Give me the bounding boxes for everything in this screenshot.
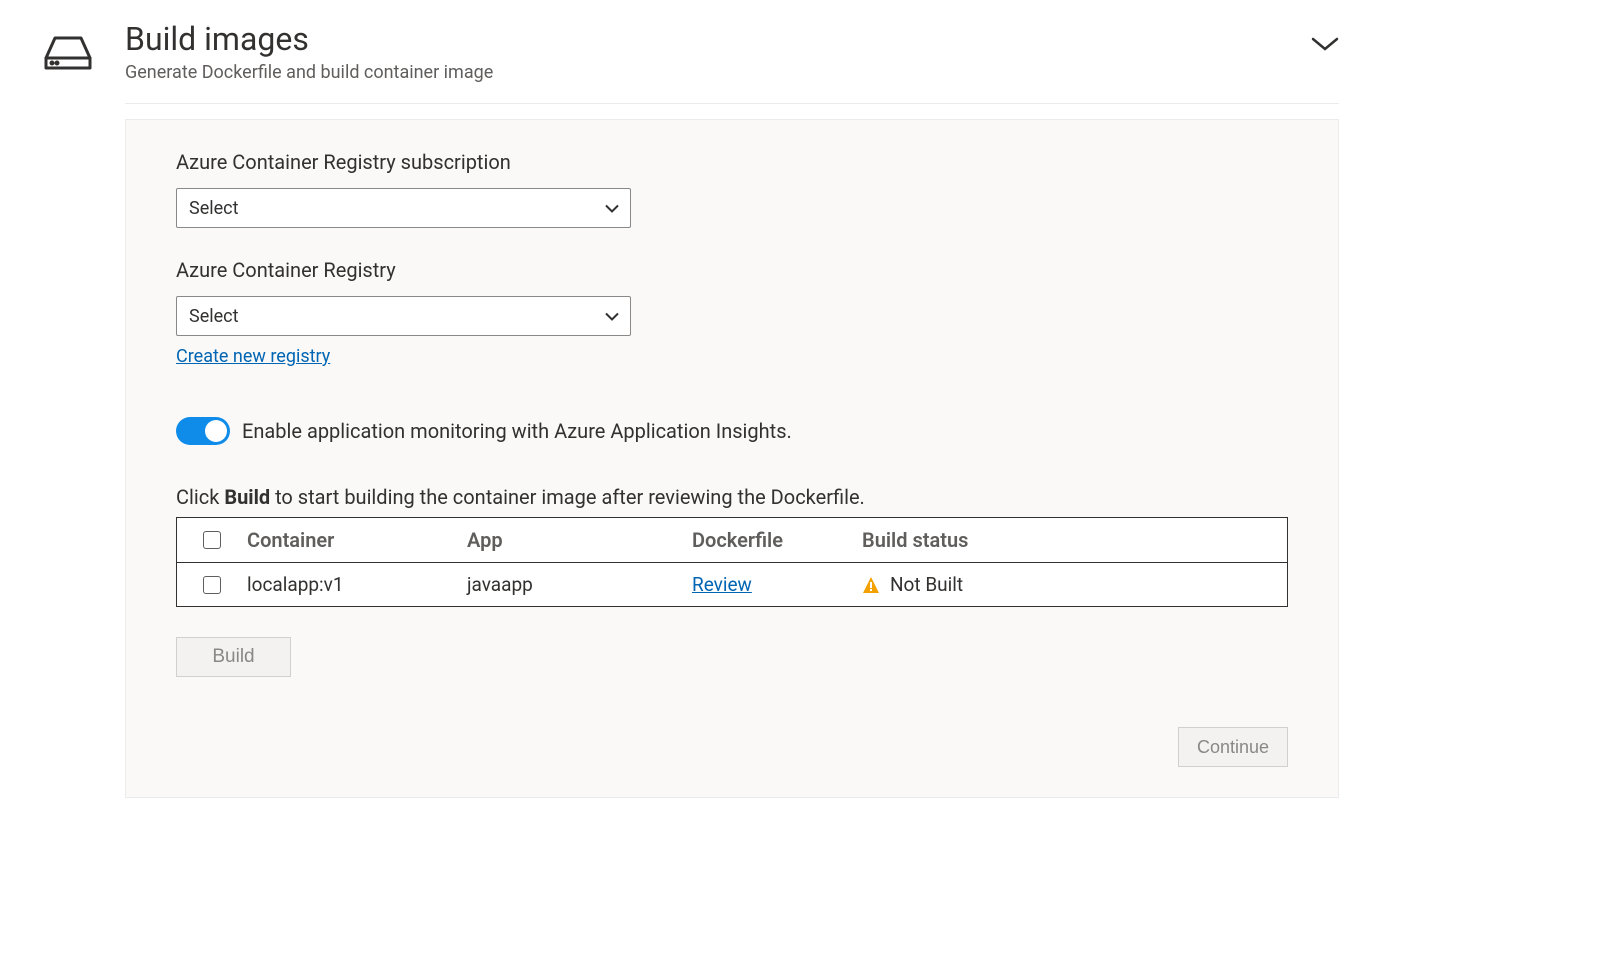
table-row: localapp:v1 javaapp Review Not Built xyxy=(177,563,1287,606)
col-app: App xyxy=(467,528,692,552)
select-all-checkbox[interactable] xyxy=(203,531,221,549)
row-checkbox[interactable] xyxy=(203,576,221,594)
table-header-row: Container App Dockerfile Build status xyxy=(177,518,1287,563)
col-dockerfile: Dockerfile xyxy=(692,528,862,552)
create-new-registry-link[interactable]: Create new registry xyxy=(176,346,330,367)
continue-button[interactable]: Continue xyxy=(1178,727,1288,767)
col-status: Build status xyxy=(862,528,1287,552)
monitoring-toggle-label: Enable application monitoring with Azure… xyxy=(242,419,792,443)
images-table: Container App Dockerfile Build status lo… xyxy=(176,517,1288,607)
cell-container: localapp:v1 xyxy=(247,573,467,596)
disk-icon xyxy=(43,35,93,798)
acr-subscription-value: Select xyxy=(189,198,238,219)
review-dockerfile-link[interactable]: Review xyxy=(692,573,752,596)
section-header: Build images Generate Dockerfile and bui… xyxy=(125,20,1339,104)
warning-icon xyxy=(862,576,880,594)
build-button[interactable]: Build xyxy=(176,637,291,677)
page-title: Build images xyxy=(125,20,493,58)
build-instruction: Click Build to start building the contai… xyxy=(176,485,1288,509)
cell-app: javaapp xyxy=(467,573,692,596)
toggle-knob xyxy=(205,420,227,442)
section-icon-gutter xyxy=(10,20,125,798)
form-panel: Azure Container Registry subscription Se… xyxy=(125,119,1339,798)
acr-label: Azure Container Registry xyxy=(176,258,1288,282)
acr-value: Select xyxy=(189,306,238,327)
col-container: Container xyxy=(247,528,467,552)
monitoring-toggle[interactable] xyxy=(176,417,230,445)
acr-subscription-label: Azure Container Registry subscription xyxy=(176,150,1288,174)
acr-select[interactable]: Select xyxy=(176,296,631,336)
acr-subscription-select[interactable]: Select xyxy=(176,188,631,228)
page-subtitle: Generate Dockerfile and build container … xyxy=(125,62,493,83)
chevron-down-icon xyxy=(1311,38,1339,57)
cell-status: Not Built xyxy=(890,573,963,596)
collapse-toggle[interactable] xyxy=(1311,20,1339,57)
